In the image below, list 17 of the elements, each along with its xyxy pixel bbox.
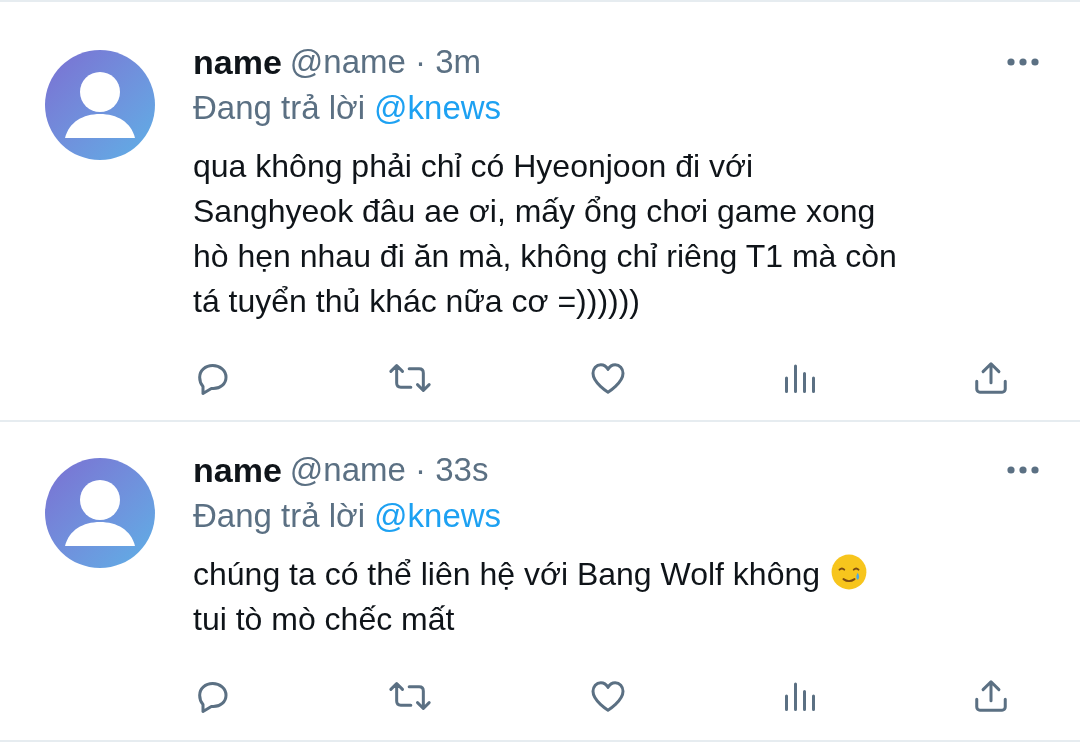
tweet-text: qua không phải chỉ có Hyeonjoon đi với [193,148,753,184]
reply-label: Đang trả lời [193,88,366,129]
more-icon[interactable] [1006,57,1040,67]
tweet-text: Sanghyeok đâu ae ơi, mấy ổng chơi game xong [193,193,876,229]
reply-label: Đang trả lời [193,496,366,537]
tweet-text: hò hẹn nhau đi ăn mà, không chỉ riêng T1 mà còn [193,238,897,274]
handle-time: @name · 33s [289,450,489,491]
handle-time: @name · 3m [289,42,482,83]
tweet-text: tá tuyển thủ khác nữa cơ =)))))) [193,283,640,319]
tweet-text: tui tò mò chếc mất [193,601,455,637]
emoji-icon [830,553,868,591]
user-name[interactable]: name [193,444,282,496]
user-name[interactable]: name [193,36,282,88]
more-icon[interactable] [1006,465,1040,475]
share-icon[interactable] [972,359,1010,397]
tweet-text: chúng ta có thể liên hệ với Bang Wolf không [193,556,820,592]
share-icon[interactable] [972,677,1010,715]
